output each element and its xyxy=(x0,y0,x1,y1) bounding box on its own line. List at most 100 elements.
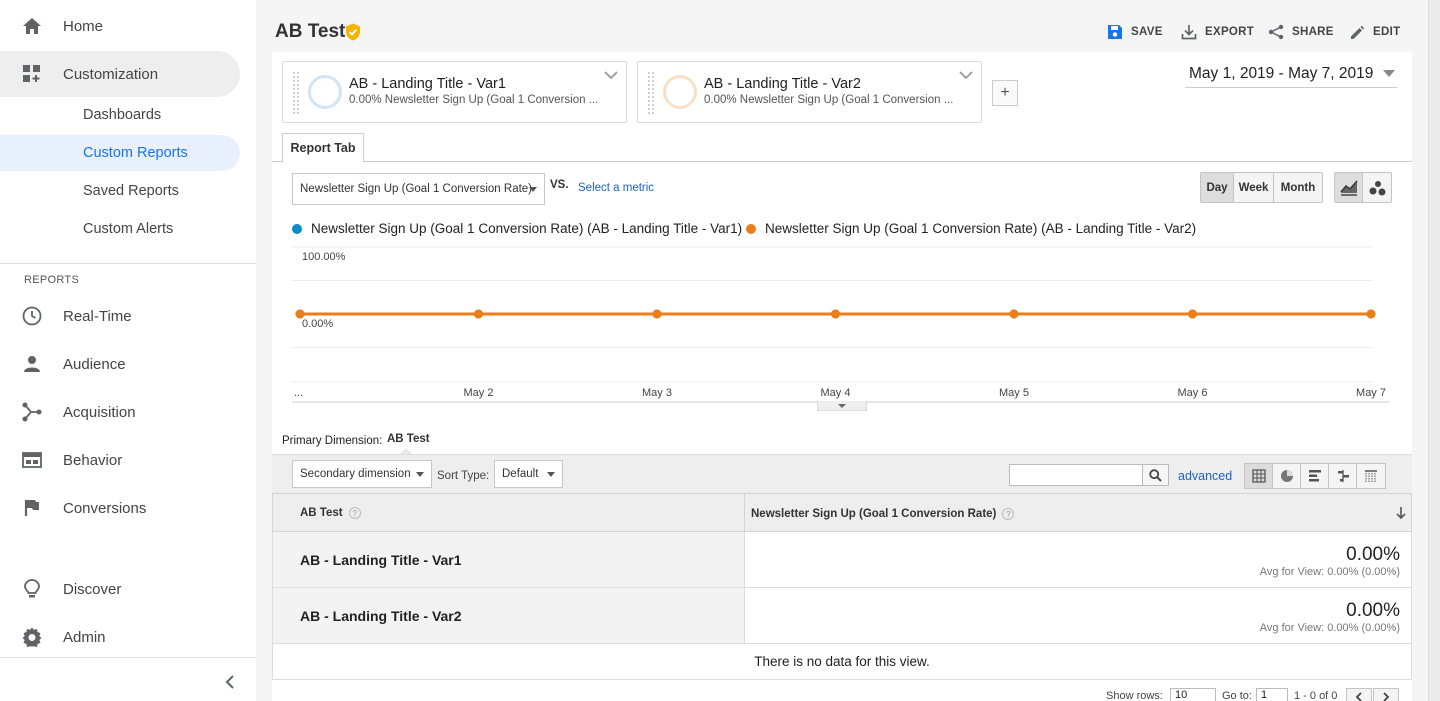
chevron-down-icon[interactable] xyxy=(604,70,618,80)
legend-var2[interactable]: Newsletter Sign Up (Goal 1 Conversion Ra… xyxy=(746,221,1196,236)
sidebar-item-saved-reports[interactable]: Saved Reports xyxy=(0,173,240,209)
nav-home[interactable]: Home xyxy=(0,3,240,49)
vertical-scrollbar[interactable] xyxy=(1428,0,1440,701)
report-content: AB - Landing Title - Var1 0.00% Newslett… xyxy=(272,52,1412,701)
share-icon xyxy=(1268,24,1284,40)
sidebar-item-custom-alerts[interactable]: Custom Alerts xyxy=(0,211,240,247)
help-icon[interactable]: ? xyxy=(348,507,361,519)
goto-page-input[interactable]: 1 xyxy=(1256,688,1288,701)
table-row[interactable]: AB - Landing Title - Var1 0.00% Avg for … xyxy=(272,532,1412,588)
pivot-view-button[interactable] xyxy=(1357,464,1385,488)
search-button[interactable] xyxy=(1142,465,1168,485)
select-metric-link[interactable]: Select a metric xyxy=(578,182,654,194)
metric-select[interactable]: Newsletter Sign Up (Goal 1 Conversion Ra… xyxy=(292,173,545,205)
sort-descending-icon[interactable] xyxy=(1395,506,1407,520)
sidebar-item-dashboards[interactable]: Dashboards xyxy=(0,97,240,133)
line-chart-button[interactable] xyxy=(1335,173,1363,202)
week-button[interactable]: Week xyxy=(1234,173,1274,202)
dashboard-customize-icon xyxy=(20,64,44,84)
row-name-cell: AB - Landing Title - Var2 xyxy=(273,588,745,643)
search-icon xyxy=(1149,468,1162,482)
gear-icon xyxy=(20,627,44,647)
chevron-down-icon[interactable] xyxy=(959,70,973,80)
save-button[interactable]: SAVE xyxy=(1107,22,1163,42)
page-title: AB Test xyxy=(275,21,346,42)
share-button[interactable]: SHARE xyxy=(1268,22,1334,42)
table-row[interactable]: AB - Landing Title - Var2 0.00% Avg for … xyxy=(272,588,1412,644)
chart-type-group xyxy=(1334,172,1392,203)
performance-view-button[interactable] xyxy=(1301,464,1329,488)
collapse-sidebar-button[interactable] xyxy=(218,670,242,694)
segment-title: AB - Landing Title - Var1 xyxy=(349,76,506,92)
secondary-dimension-select[interactable]: Secondary dimension xyxy=(292,460,432,488)
segment-card-var1[interactable]: AB - Landing Title - Var1 0.00% Newslett… xyxy=(282,61,627,123)
export-button[interactable]: EXPORT xyxy=(1181,22,1254,42)
column-header-label: Newsletter Sign Up (Goal 1 Conversion Ra… xyxy=(751,508,997,520)
segment-ring xyxy=(663,75,697,109)
nav-acquisition[interactable]: Acquisition xyxy=(0,389,240,435)
motion-chart-button[interactable] xyxy=(1363,173,1391,202)
line-chart-icon xyxy=(1339,180,1358,196)
nav-customization-label: Customization xyxy=(63,65,159,83)
x-tick-label: May 6 xyxy=(1178,387,1208,399)
month-button[interactable]: Month xyxy=(1274,173,1322,202)
segment-card-var2[interactable]: AB - Landing Title - Var2 0.00% Newslett… xyxy=(637,61,982,123)
clock-icon xyxy=(20,306,44,326)
table-header: AB Test ? Newsletter Sign Up (Goal 1 Con… xyxy=(272,493,1412,532)
no-data-message: There is no data for this view. xyxy=(272,644,1412,680)
nav-conversions[interactable]: Conversions xyxy=(0,485,240,531)
column-header-ab-test[interactable]: AB Test ? xyxy=(300,507,361,519)
nav-acquisition-label: Acquisition xyxy=(63,403,136,421)
edit-button[interactable]: EDIT xyxy=(1350,22,1400,42)
column-header-conversion-rate[interactable]: Newsletter Sign Up (Goal 1 Conversion Ra… xyxy=(751,508,1015,520)
chart-collapse-toggle[interactable] xyxy=(817,401,867,411)
percentage-view-button[interactable] xyxy=(1273,464,1301,488)
sort-type-value: Default xyxy=(502,468,539,480)
legend-var1[interactable]: Newsletter Sign Up (Goal 1 Conversion Ra… xyxy=(292,221,742,236)
pencil-icon xyxy=(1351,25,1365,39)
caret-down-icon xyxy=(416,472,424,477)
person-icon xyxy=(20,354,44,374)
tab-report[interactable]: Report Tab xyxy=(282,133,364,162)
drag-handle-icon[interactable] xyxy=(293,72,299,114)
nav-discover[interactable]: Discover xyxy=(0,566,240,612)
segment-title: AB - Landing Title - Var2 xyxy=(704,76,861,92)
y-tick-label: 0.00% xyxy=(302,318,333,330)
comparison-view-button[interactable] xyxy=(1329,464,1357,488)
next-page-button[interactable] xyxy=(1373,688,1399,701)
metric-select-value: Newsletter Sign Up (Goal 1 Conversion Ra… xyxy=(300,183,533,195)
home-icon xyxy=(20,16,44,36)
data-point-series-2 xyxy=(474,309,483,319)
show-rows-select[interactable]: 10 xyxy=(1170,688,1216,701)
nav-discover-label: Discover xyxy=(63,580,122,598)
primary-dimension-value[interactable]: AB Test xyxy=(387,433,430,445)
goto-page-value: 1 xyxy=(1261,689,1268,701)
legend-label: Newsletter Sign Up (Goal 1 Conversion Ra… xyxy=(311,221,743,236)
nav-audience[interactable]: Audience xyxy=(0,341,240,387)
add-segment-button[interactable]: + xyxy=(992,80,1018,106)
nav-customization[interactable]: Customization xyxy=(0,51,240,97)
day-button[interactable]: Day xyxy=(1201,173,1234,202)
behavior-icon xyxy=(20,450,44,470)
previous-page-button[interactable] xyxy=(1346,688,1372,701)
vs-label: VS. xyxy=(550,179,569,191)
save-icon xyxy=(1108,25,1122,39)
table-search-input[interactable] xyxy=(1009,464,1169,486)
advanced-filter-link[interactable]: advanced xyxy=(1178,469,1232,483)
nav-behavior[interactable]: Behavior xyxy=(0,437,240,483)
help-icon[interactable]: ? xyxy=(1002,508,1015,520)
data-point-series-2 xyxy=(831,309,840,319)
drag-handle-icon[interactable] xyxy=(648,72,654,114)
sidebar-item-custom-reports[interactable]: Custom Reports xyxy=(0,135,240,171)
secondary-dimension-value: Secondary dimension xyxy=(300,468,411,480)
nav-admin[interactable]: Admin xyxy=(0,614,240,660)
sidebar-item-label: Custom Alerts xyxy=(83,221,174,237)
nav-real-time[interactable]: Real-Time xyxy=(0,293,240,339)
date-range-picker[interactable]: May 1, 2019 - May 7, 2019 xyxy=(1185,64,1397,88)
nav-admin-label: Admin xyxy=(63,628,106,646)
data-table-view-button[interactable] xyxy=(1245,464,1273,488)
sort-type-label: Sort Type: xyxy=(437,470,490,482)
sort-type-select[interactable]: Default xyxy=(494,460,563,488)
sidebar: Home Customization Dashboards Custom Rep… xyxy=(0,0,256,701)
row-name-cell: AB - Landing Title - Var1 xyxy=(273,532,745,587)
